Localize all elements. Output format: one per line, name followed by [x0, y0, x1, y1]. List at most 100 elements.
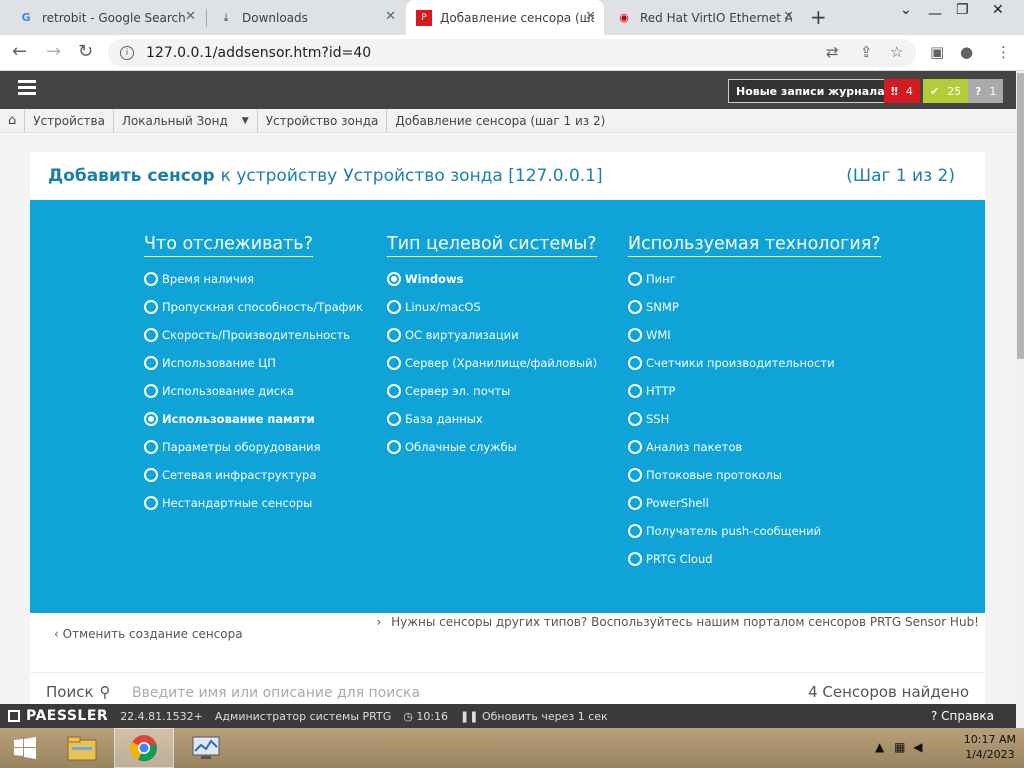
radio-button[interactable]: [628, 412, 642, 426]
option-monitor[interactable]: Сетевая инфраструктура: [144, 461, 363, 489]
option-monitor[interactable]: Пропускная способность/Трафик: [144, 293, 363, 321]
option-tech[interactable]: SNMP: [628, 293, 881, 321]
radio-button[interactable]: [144, 384, 158, 398]
radio-button[interactable]: [144, 328, 158, 342]
option-tech[interactable]: PowerShell: [628, 489, 881, 517]
option-tech[interactable]: SSH: [628, 405, 881, 433]
back-icon[interactable]: ←: [12, 41, 27, 62]
window-close-icon[interactable]: ✕: [992, 2, 1004, 18]
option-tech[interactable]: Пинг: [628, 265, 881, 293]
radio-button[interactable]: [387, 300, 401, 314]
hamburger-menu-icon[interactable]: [18, 80, 36, 96]
tab-google[interactable]: G retrobit - Google Search ✕: [8, 0, 204, 35]
performance-monitor-icon[interactable]: [176, 728, 236, 768]
radio-button[interactable]: [387, 440, 401, 454]
option-monitor[interactable]: Нестандартные сенсоры: [144, 489, 363, 517]
option-tech[interactable]: WMI: [628, 321, 881, 349]
chevron-down-icon[interactable]: ⌄: [900, 2, 912, 18]
page-scrollbar[interactable]: [1016, 71, 1024, 728]
radio-button[interactable]: [628, 440, 642, 454]
search-input[interactable]: [130, 681, 730, 705]
tray-up-icon[interactable]: ▲: [875, 740, 884, 754]
tray-clock[interactable]: 10:17 AM 1/4/2023: [964, 732, 1016, 762]
radio-button[interactable]: [387, 384, 401, 398]
share-icon[interactable]: ⇪: [860, 43, 873, 61]
breadcrumb-probe-device[interactable]: Устройство зонда: [258, 108, 388, 133]
close-icon[interactable]: ✕: [385, 9, 396, 24]
radio-button[interactable]: [628, 552, 642, 566]
option-tech[interactable]: PRTG Cloud: [628, 545, 881, 573]
option-target[interactable]: Linux/macOS: [387, 293, 597, 321]
sidepanel-icon[interactable]: ▣: [930, 43, 944, 61]
radio-button[interactable]: [387, 328, 401, 342]
file-explorer-icon[interactable]: [52, 728, 112, 768]
radio-button[interactable]: [628, 384, 642, 398]
help-link[interactable]: ? Справка: [931, 709, 994, 723]
radio-button[interactable]: [387, 272, 401, 286]
radio-button[interactable]: [387, 356, 401, 370]
close-icon[interactable]: ✕: [185, 9, 196, 24]
reload-icon[interactable]: ↻: [78, 41, 93, 62]
forward-icon[interactable]: →: [46, 41, 61, 62]
breadcrumb-local-probe[interactable]: Локальный Зонд ▼: [114, 108, 258, 133]
caret-down-icon[interactable]: ▼: [242, 116, 249, 126]
windows-start-icon[interactable]: [0, 728, 50, 768]
radio-button[interactable]: [628, 496, 642, 510]
url-text[interactable]: 127.0.0.1/addsensor.htm?id=40: [146, 45, 371, 61]
option-target[interactable]: Сервер (Хранилище/файловый): [387, 349, 597, 377]
option-monitor[interactable]: Использование ЦП: [144, 349, 363, 377]
radio-button[interactable]: [144, 272, 158, 286]
radio-button[interactable]: [144, 412, 158, 426]
close-icon[interactable]: ✕: [585, 9, 596, 24]
radio-button[interactable]: [144, 468, 158, 482]
radio-button[interactable]: [628, 356, 642, 370]
option-monitor[interactable]: Использование диска: [144, 377, 363, 405]
breadcrumb-devices[interactable]: Устройства: [25, 108, 114, 133]
network-icon[interactable]: ▦: [894, 740, 905, 754]
minimize-icon[interactable]: —: [928, 6, 942, 22]
option-target[interactable]: Облачные службы: [387, 433, 597, 461]
option-monitor[interactable]: Скорость/Производительность: [144, 321, 363, 349]
ok-status-badge[interactable]: ✔ 25: [923, 79, 969, 103]
current-user[interactable]: Администратор системы PRTG: [215, 710, 391, 723]
radio-button[interactable]: [628, 272, 642, 286]
radio-button[interactable]: [628, 468, 642, 482]
new-tab-button[interactable]: +: [810, 5, 827, 29]
option-target[interactable]: Сервер эл. почты: [387, 377, 597, 405]
close-icon[interactable]: ✕: [783, 9, 794, 24]
bookmark-star-icon[interactable]: ☆: [890, 43, 903, 61]
radio-button[interactable]: [144, 496, 158, 510]
option-tech[interactable]: Потоковые протоколы: [628, 461, 881, 489]
restore-icon[interactable]: ❐: [956, 2, 969, 18]
refresh-group[interactable]: ❚❚ Обновить через 1 сек: [460, 710, 608, 723]
option-tech[interactable]: Анализ пакетов: [628, 433, 881, 461]
alarm-status-badge[interactable]: ‼ 4: [884, 79, 920, 103]
radio-button[interactable]: [387, 412, 401, 426]
option-tech[interactable]: Счетчики производительности: [628, 349, 881, 377]
scrollbar-thumb[interactable]: [1017, 73, 1024, 359]
translate-icon[interactable]: ⇄: [826, 43, 839, 61]
radio-button[interactable]: [628, 328, 642, 342]
option-tech[interactable]: Получатель push-сообщений: [628, 517, 881, 545]
tab-downloads[interactable]: ⤓ Downloads ✕: [208, 0, 404, 35]
chrome-icon[interactable]: [114, 728, 174, 768]
radio-button[interactable]: [144, 440, 158, 454]
address-bar[interactable]: i 127.0.0.1/addsensor.htm?id=40: [108, 39, 916, 67]
option-monitor[interactable]: Использование памяти: [144, 405, 363, 433]
sensor-hub-link[interactable]: › Нужны сенсоры других типов? Воспользуй…: [376, 615, 979, 629]
unknown-status-badge[interactable]: ? 1: [968, 79, 1004, 103]
info-icon[interactable]: i: [120, 46, 134, 60]
radio-button[interactable]: [628, 524, 642, 538]
radio-button[interactable]: [628, 300, 642, 314]
option-monitor[interactable]: Параметры оборудования: [144, 433, 363, 461]
radio-button[interactable]: [144, 356, 158, 370]
profile-icon[interactable]: ●: [960, 43, 973, 61]
tab-add-sensor[interactable]: P Добавление сенсора (ша ✕: [406, 0, 604, 35]
radio-button[interactable]: [144, 300, 158, 314]
option-target[interactable]: База данных: [387, 405, 597, 433]
option-target[interactable]: Windows: [387, 265, 597, 293]
cancel-link[interactable]: ‹ Отменить создание сенсора: [54, 627, 243, 641]
option-tech[interactable]: HTTP: [628, 377, 881, 405]
home-icon[interactable]: ⌂: [0, 108, 26, 133]
option-monitor[interactable]: Время наличия: [144, 265, 363, 293]
